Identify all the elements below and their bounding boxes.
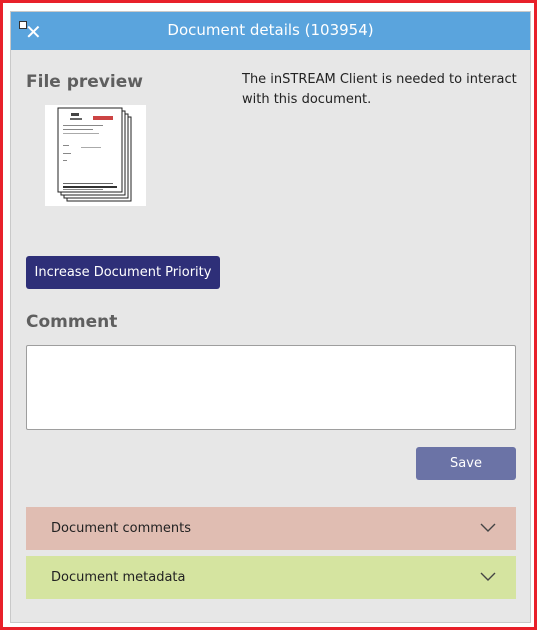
close-icon: ✕ xyxy=(25,20,42,44)
file-preview-title: File preview xyxy=(26,72,143,92)
window-frame: Document details (103954) ✕ File preview… xyxy=(0,0,537,630)
panel-header: Document details (103954) ✕ xyxy=(11,12,530,50)
increase-priority-button[interactable]: Increase Document Priority xyxy=(26,256,220,289)
panel-title: Document details (103954) xyxy=(167,21,374,39)
chevron-down-icon xyxy=(480,572,496,581)
accordion-label: Document metadata xyxy=(51,570,186,585)
document-metadata-accordion[interactable]: Document metadata xyxy=(26,556,516,599)
client-required-note: The inSTREAM Client is needed to interac… xyxy=(242,72,517,107)
document-stack-icon xyxy=(45,105,146,206)
document-comments-accordion[interactable]: Document comments xyxy=(26,507,516,550)
chevron-down-icon xyxy=(480,523,496,532)
document-details-panel: Document details (103954) ✕ File preview… xyxy=(10,11,531,623)
accordion-label: Document comments xyxy=(51,521,192,536)
document-thumbnail[interactable] xyxy=(45,105,146,206)
save-button[interactable]: Save xyxy=(416,447,516,480)
close-button[interactable]: ✕ xyxy=(18,20,42,44)
comment-title: Comment xyxy=(26,312,118,332)
comment-input[interactable] xyxy=(26,345,516,430)
